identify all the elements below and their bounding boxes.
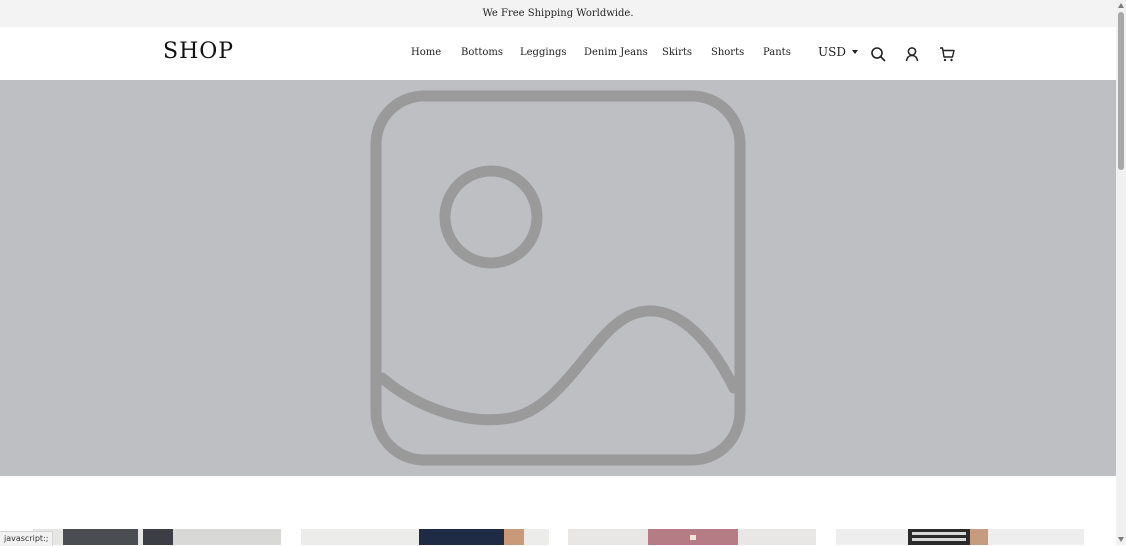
nav-denim-jeans[interactable]: Denim Jeans xyxy=(584,47,648,58)
product-card-4[interactable] xyxy=(836,529,1084,545)
product-image xyxy=(301,529,549,545)
product-grid xyxy=(0,529,1116,545)
announcement-text: We Free Shipping Worldwide. xyxy=(482,8,634,19)
caret-down-icon xyxy=(851,50,858,54)
currency-label: USD xyxy=(818,45,846,59)
product-image xyxy=(836,529,1084,545)
product-card-2[interactable] xyxy=(301,529,549,545)
cart-icon[interactable] xyxy=(939,46,955,62)
nav-home[interactable]: Home xyxy=(411,47,441,58)
scroll-down-icon[interactable] xyxy=(1118,537,1124,542)
announcement-bar: We Free Shipping Worldwide. xyxy=(0,0,1116,27)
nav-bottoms[interactable]: Bottoms xyxy=(461,47,503,58)
site-header: SHOP Home Bottoms Leggings Denim Jeans S… xyxy=(0,27,1116,80)
hero-banner[interactable] xyxy=(0,80,1116,476)
image-placeholder-icon xyxy=(370,90,746,466)
product-image xyxy=(568,529,816,545)
product-card-3[interactable] xyxy=(568,529,816,545)
scrollbar[interactable] xyxy=(1116,0,1126,545)
search-icon[interactable] xyxy=(870,46,886,62)
site-logo[interactable]: SHOP xyxy=(163,39,234,64)
product-card-1[interactable] xyxy=(33,529,281,545)
scroll-up-icon[interactable] xyxy=(1118,3,1124,8)
nav-skirts[interactable]: Skirts xyxy=(662,47,692,58)
nav-shorts[interactable]: Shorts xyxy=(711,47,744,58)
account-icon[interactable] xyxy=(904,46,920,62)
scroll-thumb[interactable] xyxy=(1118,12,1124,170)
nav-pants[interactable]: Pants xyxy=(763,47,791,58)
currency-selector[interactable]: USD xyxy=(818,45,858,59)
status-bar-url: javascript:; xyxy=(0,531,54,546)
nav-leggings[interactable]: Leggings xyxy=(520,47,567,58)
product-image xyxy=(33,529,281,545)
